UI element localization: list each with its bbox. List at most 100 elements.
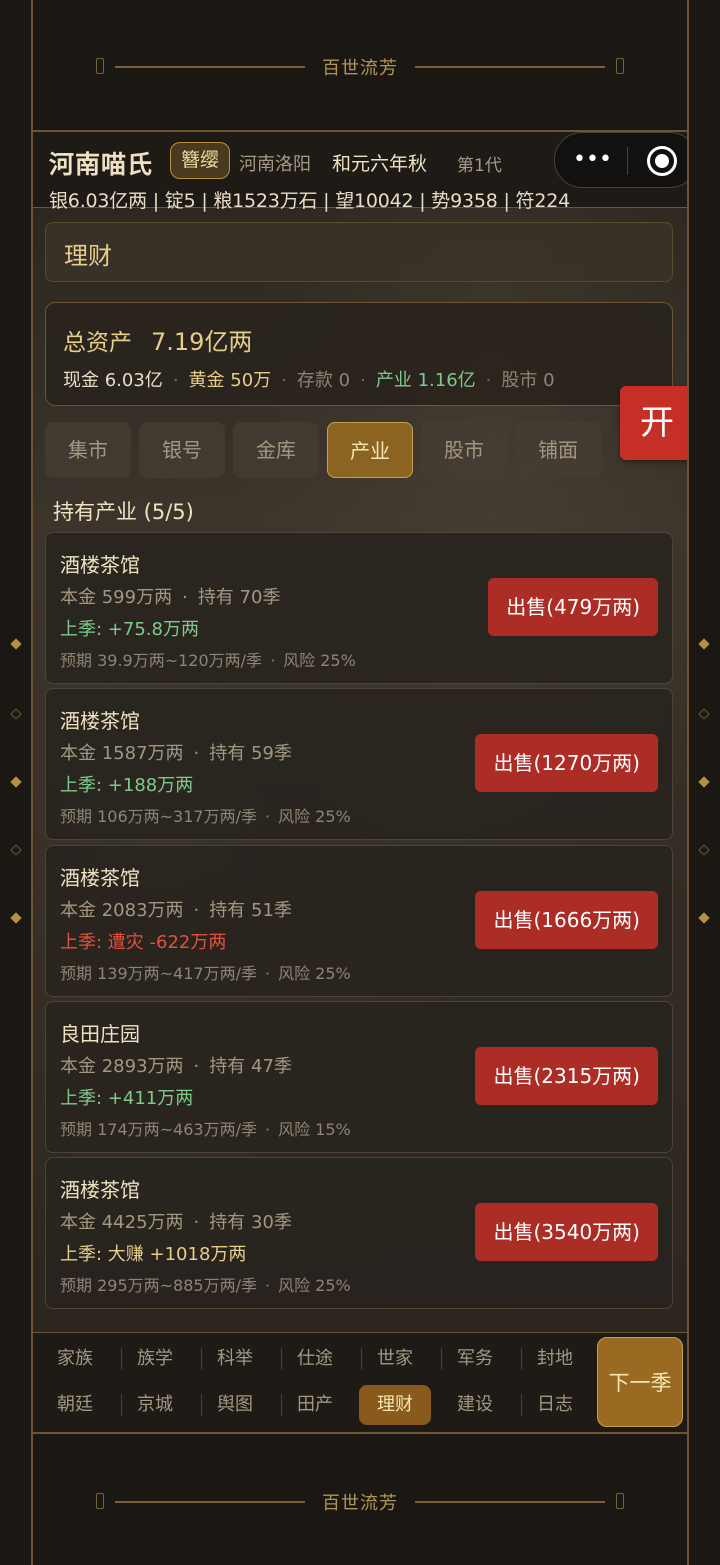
holding-name: 酒楼茶馆 xyxy=(60,553,140,577)
holding-name: 酒楼茶馆 xyxy=(60,1178,140,1202)
stock-value: 股市 0 xyxy=(501,370,555,391)
expected-range: 预期 174万两~463万两/季 xyxy=(60,1120,257,1139)
sell-button[interactable]: 出售(1666万两) xyxy=(475,891,658,949)
diamond-icon xyxy=(698,776,710,788)
bottom-banner: 百世流芳 xyxy=(33,1432,687,1565)
risk-level: 风险 15% xyxy=(278,1120,351,1139)
open-button[interactable]: 开 xyxy=(620,386,687,460)
banner-cap-icon xyxy=(616,1493,624,1509)
section-title: 理财 xyxy=(64,242,112,270)
sell-button[interactable]: 出售(3540万两) xyxy=(475,1203,658,1261)
risk-level: 风险 25% xyxy=(278,1276,351,1295)
expected-range: 预期 39.9万两~120万两/季 xyxy=(60,651,263,670)
last-season-result: 上季: +75.8万两 xyxy=(60,619,199,640)
holding-meta: 本金 2083万两 · 持有 51季 xyxy=(60,900,292,921)
sell-button[interactable]: 出售(2315万两) xyxy=(475,1047,658,1105)
expected-range: 预期 295万两~885万两/季 xyxy=(60,1276,257,1295)
expected-return: 预期 106万两~317万两/季 · 风险 25% xyxy=(60,807,351,826)
banner-line xyxy=(415,66,605,68)
diamond-outline-icon xyxy=(698,708,710,720)
nav-court[interactable]: 朝廷 xyxy=(35,1385,115,1425)
principal: 本金 599万两 xyxy=(60,587,173,608)
more-icon[interactable]: ••• xyxy=(573,148,612,172)
assets-panel: 总资产 7.19亿两 现金 6.03亿 · 黄金 50万 · 存款 0 · 产业 1.16亿… xyxy=(45,302,673,406)
era-label: 和元六年秋 xyxy=(332,153,428,175)
section-header: 理财 xyxy=(45,222,673,282)
held-seasons: 持有 51季 xyxy=(209,900,292,921)
held-seasons: 持有 59季 xyxy=(209,743,292,764)
diamond-outline-icon xyxy=(698,844,710,856)
holding-card: 酒楼茶馆 本金 1587万两 · 持有 59季 上季: +188万两 预期 106万… xyxy=(45,688,673,840)
bottom-navigation: 家族 族学 科举 仕途 世家 军务 封地 朝廷 京城 舆图 田产 理财 建设 日… xyxy=(33,1332,687,1432)
location-label: 河南洛阳 xyxy=(239,154,311,175)
expected-return: 预期 39.9万两~120万两/季 · 风险 25% xyxy=(60,651,356,670)
risk-level: 风险 25% xyxy=(283,651,356,670)
generation-label: 第1代 xyxy=(457,156,502,176)
nav-family[interactable]: 家族 xyxy=(35,1339,115,1379)
rank-badge[interactable]: 簪缨 xyxy=(170,142,231,179)
nav-construction[interactable]: 建设 xyxy=(435,1385,515,1425)
deposit-value: 存款 0 xyxy=(296,370,351,391)
diamond-outline-icon xyxy=(10,844,22,856)
nav-map[interactable]: 舆图 xyxy=(195,1385,275,1425)
target-icon[interactable] xyxy=(647,146,677,176)
miniprogram-capsule: ••• xyxy=(554,132,687,188)
diamond-icon xyxy=(10,638,22,650)
expected-return: 预期 295万两~885万两/季 · 风险 25% xyxy=(60,1276,351,1295)
industry-value: 产业 1.16亿 xyxy=(375,370,476,391)
held-seasons: 持有 70季 xyxy=(197,587,281,608)
diamond-icon xyxy=(10,776,22,788)
last-season-result: 上季: 遭灾 -622万两 xyxy=(60,932,227,953)
nav-finance[interactable]: 理财 xyxy=(359,1385,431,1425)
expected-range: 预期 106万两~317万两/季 xyxy=(60,807,257,826)
top-banner: 百世流芳 xyxy=(33,0,687,132)
last-season-result: 上季: +411万两 xyxy=(60,1088,194,1109)
diamond-icon xyxy=(10,912,22,924)
nav-noble-houses[interactable]: 世家 xyxy=(355,1339,435,1379)
holdings-title: 持有产业 (5/5) xyxy=(53,500,194,524)
total-assets-label: 总资产 xyxy=(63,330,132,356)
expected-return: 预期 139万两~417万两/季 · 风险 25% xyxy=(60,964,351,983)
nav-farmland[interactable]: 田产 xyxy=(275,1385,355,1425)
principal: 本金 2083万两 xyxy=(60,900,184,921)
nav-log[interactable]: 日志 xyxy=(515,1385,595,1425)
principal: 本金 1587万两 xyxy=(60,743,184,764)
nav-exam[interactable]: 科举 xyxy=(195,1339,275,1379)
holding-name: 酒楼茶馆 xyxy=(60,866,140,890)
nav-fief[interactable]: 封地 xyxy=(515,1339,595,1379)
diamond-icon xyxy=(698,638,710,650)
sell-button[interactable]: 出售(479万两) xyxy=(488,578,658,636)
side-ornament-left xyxy=(8,630,24,930)
holding-meta: 本金 4425万两 · 持有 30季 xyxy=(60,1212,292,1233)
nav-clan-school[interactable]: 族学 xyxy=(115,1339,195,1379)
tab-shops[interactable]: 铺面 xyxy=(515,422,601,478)
holding-meta: 本金 599万两 · 持有 70季 xyxy=(60,587,281,608)
holding-card: 良田庄园 本金 2893万两 · 持有 47季 上季: +411万两 预期 174万… xyxy=(45,1001,673,1153)
holding-card: 酒楼茶馆 本金 2083万两 · 持有 51季 上季: 遭灾 -622万两 预期 1… xyxy=(45,845,673,997)
tab-market[interactable]: 集市 xyxy=(45,422,131,478)
held-seasons: 持有 30季 xyxy=(209,1212,292,1233)
game-screen: 河南喵氏 簪缨 河南洛阳 和元六年秋 第1代 银6.03亿两 | 锭5 | 粮1… xyxy=(33,132,687,1432)
tab-industry[interactable]: 产业 xyxy=(327,422,413,478)
header-bar: 河南喵氏 簪缨 河南洛阳 和元六年秋 第1代 银6.03亿两 | 锭5 | 粮1… xyxy=(33,132,687,212)
next-season-button[interactable]: 下一季 xyxy=(597,1337,683,1427)
holding-name: 良田庄园 xyxy=(60,1022,140,1046)
holding-card: 酒楼茶馆 本金 599万两 · 持有 70季 上季: +75.8万两 预期 39.9… xyxy=(45,532,673,684)
cash-value: 现金 6.03亿 xyxy=(63,370,163,391)
holding-meta: 本金 2893万两 · 持有 47季 xyxy=(60,1056,292,1077)
nav-capital[interactable]: 京城 xyxy=(115,1385,195,1425)
holding-card: 酒楼茶馆 本金 4425万两 · 持有 30季 上季: 大赚 +1018万两 预期 … xyxy=(45,1157,673,1309)
nav-military[interactable]: 军务 xyxy=(435,1339,515,1379)
gold-value: 黄金 50万 xyxy=(188,370,272,391)
holding-name: 酒楼茶馆 xyxy=(60,709,140,733)
tab-vault[interactable]: 金库 xyxy=(233,422,319,478)
total-assets-value: 7.19亿两 xyxy=(151,328,253,356)
diamond-icon xyxy=(698,912,710,924)
tab-stocks[interactable]: 股市 xyxy=(421,422,507,478)
asset-breakdown: 现金 6.03亿 · 黄金 50万 · 存款 0 · 产业 1.16亿 · 股市 0 xyxy=(63,370,555,391)
banner-cap-icon xyxy=(616,58,624,74)
banner-line xyxy=(415,1501,605,1503)
sell-button[interactable]: 出售(1270万两) xyxy=(475,734,658,792)
tab-bank[interactable]: 银号 xyxy=(139,422,225,478)
nav-career[interactable]: 仕途 xyxy=(275,1339,355,1379)
